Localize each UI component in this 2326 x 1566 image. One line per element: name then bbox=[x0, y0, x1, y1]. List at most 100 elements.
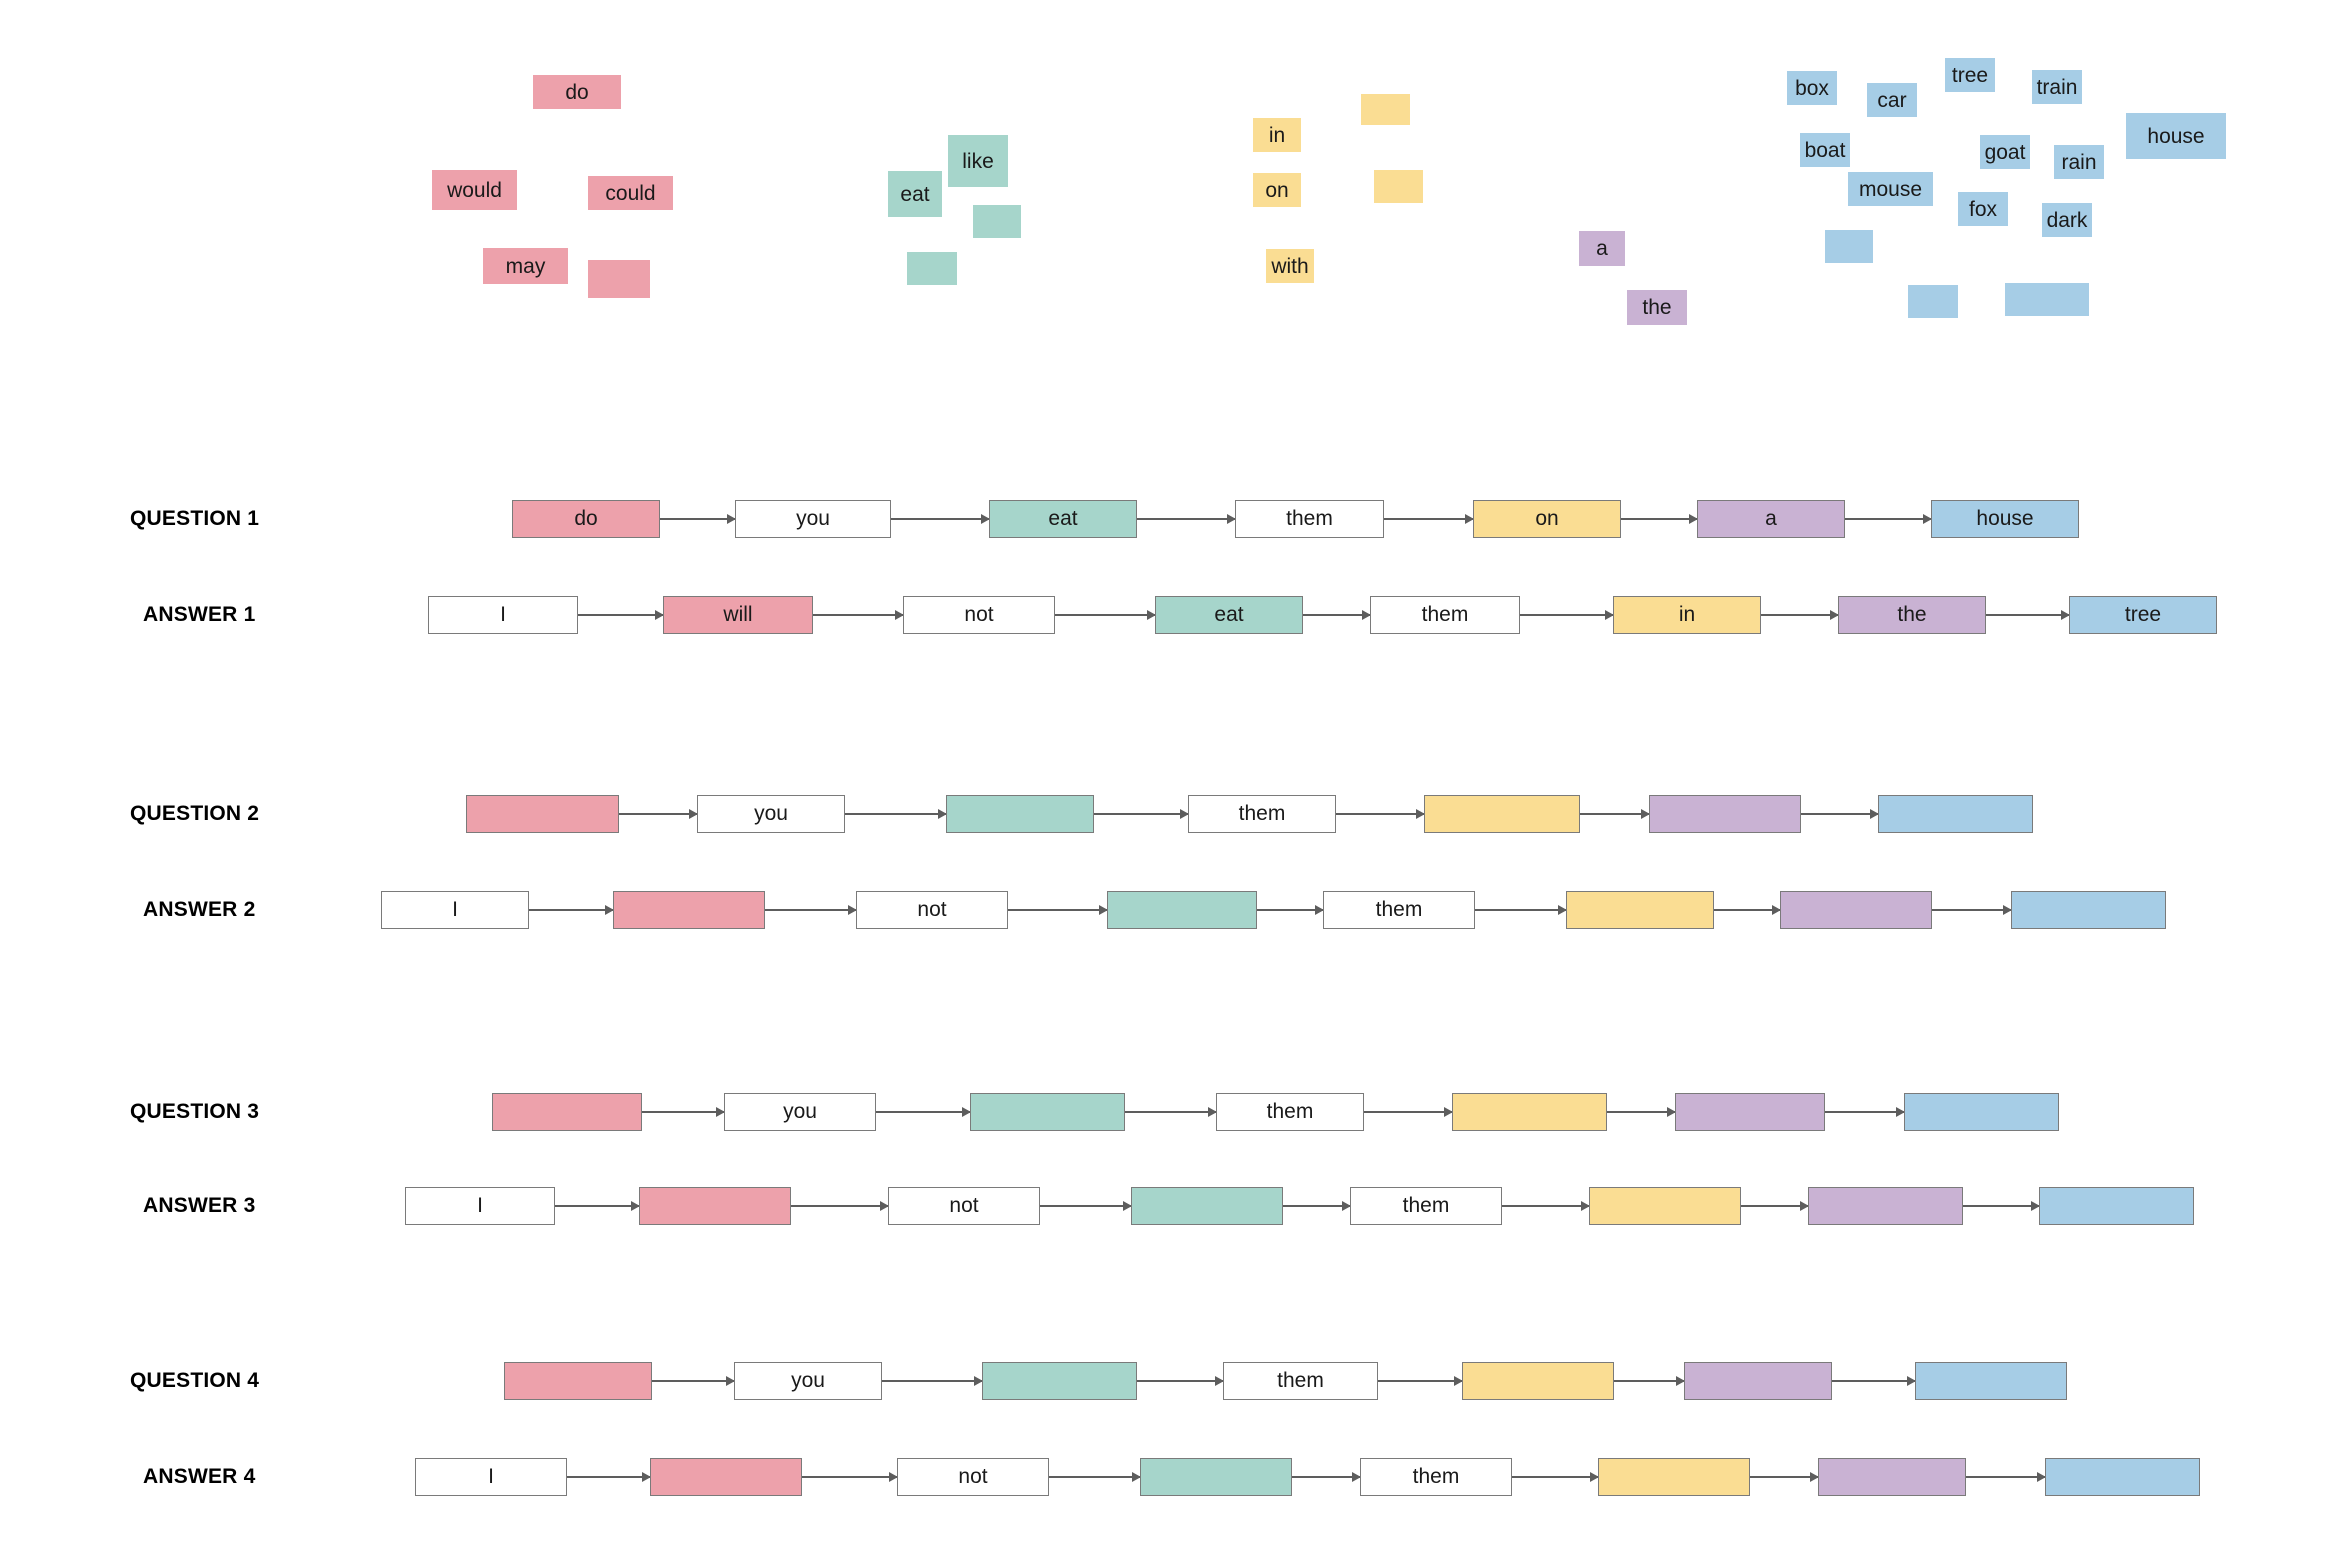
sequence-node-blank[interactable] bbox=[1131, 1187, 1283, 1225]
sequence-node-blank[interactable] bbox=[1780, 891, 1932, 929]
sequence-node-blank[interactable] bbox=[1675, 1093, 1825, 1131]
sequence-node-label: not bbox=[964, 603, 994, 626]
sequence-node-blank[interactable] bbox=[650, 1458, 802, 1496]
sequence-node-blank[interactable] bbox=[1904, 1093, 2059, 1131]
sequence-node-blank[interactable] bbox=[2045, 1458, 2200, 1496]
sequence-node-blank[interactable] bbox=[1649, 795, 1801, 833]
flow-arrow bbox=[1094, 813, 1188, 815]
sequence-node-label: I bbox=[477, 1194, 483, 1217]
sequence-node-blank[interactable] bbox=[1818, 1458, 1966, 1496]
sequence-node-tree[interactable]: tree bbox=[2069, 596, 2217, 634]
row-label: ANSWER 2 bbox=[143, 898, 256, 921]
sequence-node-blank[interactable] bbox=[1452, 1093, 1607, 1131]
sequence-node-blank[interactable] bbox=[492, 1093, 642, 1131]
flow-arrow bbox=[1049, 1476, 1140, 1478]
sequence-node-blank[interactable] bbox=[1878, 795, 2033, 833]
sequence-node-blank[interactable] bbox=[613, 891, 765, 929]
sequence-node-you[interactable]: you bbox=[735, 500, 891, 538]
flow-arrow bbox=[1580, 813, 1649, 815]
sequence-node-them[interactable]: them bbox=[1223, 1362, 1378, 1400]
sequence-node-blank[interactable] bbox=[1566, 891, 1714, 929]
flow-arrow bbox=[1512, 1476, 1598, 1478]
sequence-node-label: tree bbox=[2124, 603, 2162, 626]
sequence-node-on[interactable]: on bbox=[1473, 500, 1621, 538]
sequence-row: ANSWER 2 Inot them bbox=[0, 891, 2326, 929]
sequence-node-label: you bbox=[783, 1100, 817, 1123]
sequence-node-not[interactable]: not bbox=[897, 1458, 1049, 1496]
sequence-node-house[interactable]: house bbox=[1931, 500, 2079, 538]
flow-arrow bbox=[765, 909, 856, 911]
sequence-node-label: in bbox=[1678, 603, 1696, 626]
sequence-node-blank[interactable] bbox=[982, 1362, 1137, 1400]
flow-arrow bbox=[1825, 1111, 1904, 1113]
sequence-node-them[interactable]: them bbox=[1350, 1187, 1502, 1225]
sequence-node-you[interactable]: you bbox=[734, 1362, 882, 1400]
sequence-node-a[interactable]: a bbox=[1697, 500, 1845, 538]
sequence-node-in[interactable]: in bbox=[1613, 596, 1761, 634]
sequence-node-label: the bbox=[1897, 603, 1927, 626]
sequence-node-blank[interactable] bbox=[1140, 1458, 1292, 1496]
sequence-node-them[interactable]: them bbox=[1235, 500, 1384, 538]
flow-arrow bbox=[1384, 518, 1473, 520]
row-label: ANSWER 1 bbox=[143, 603, 256, 626]
sequence-node-I[interactable]: I bbox=[381, 891, 529, 929]
sequence-node-them[interactable]: them bbox=[1216, 1093, 1364, 1131]
sequence-node-label: do bbox=[574, 507, 598, 530]
flow-arrow bbox=[1832, 1380, 1915, 1382]
sequence-node-label: not bbox=[949, 1194, 979, 1217]
flow-arrow bbox=[578, 614, 663, 616]
sequence-node-the[interactable]: the bbox=[1838, 596, 1986, 634]
sequence-node-blank[interactable] bbox=[1424, 795, 1580, 833]
flow-arrow bbox=[1761, 614, 1838, 616]
sequence-node-label: I bbox=[500, 603, 506, 626]
flow-arrow bbox=[1986, 614, 2069, 616]
sequence-node-label: on bbox=[1535, 507, 1559, 530]
sequence-node-blank[interactable] bbox=[1598, 1458, 1750, 1496]
sequence-node-I[interactable]: I bbox=[405, 1187, 555, 1225]
sequence-node-not[interactable]: not bbox=[888, 1187, 1040, 1225]
sequence-node-blank[interactable] bbox=[1808, 1187, 1963, 1225]
sequence-node-label: you bbox=[754, 802, 788, 825]
sequence-node-blank[interactable] bbox=[639, 1187, 791, 1225]
row-label: QUESTION 4 bbox=[130, 1369, 260, 1392]
flow-arrow bbox=[891, 518, 989, 520]
sequence-node-not[interactable]: not bbox=[856, 891, 1008, 929]
flow-arrow bbox=[1125, 1111, 1216, 1113]
flow-arrow bbox=[642, 1111, 724, 1113]
flow-arrow bbox=[1741, 1205, 1808, 1207]
sequence-node-you[interactable]: you bbox=[724, 1093, 876, 1131]
sequence-node-them[interactable]: them bbox=[1360, 1458, 1512, 1496]
sequence-node-blank[interactable] bbox=[946, 795, 1094, 833]
flow-arrow bbox=[802, 1476, 897, 1478]
sequence-node-blank[interactable] bbox=[1915, 1362, 2067, 1400]
sequence-node-blank[interactable] bbox=[970, 1093, 1125, 1131]
sequence-node-do[interactable]: do bbox=[512, 500, 660, 538]
sequence-node-them[interactable]: them bbox=[1323, 891, 1475, 929]
sequence-node-blank[interactable] bbox=[2039, 1187, 2194, 1225]
sequence-node-eat[interactable]: eat bbox=[989, 500, 1137, 538]
sequence-node-blank[interactable] bbox=[466, 795, 619, 833]
flow-arrow bbox=[555, 1205, 639, 1207]
sequence-node-blank[interactable] bbox=[1589, 1187, 1741, 1225]
row-label: QUESTION 2 bbox=[130, 802, 260, 825]
sequence-node-blank[interactable] bbox=[1462, 1362, 1614, 1400]
sequence-node-I[interactable]: I bbox=[428, 596, 578, 634]
sequence-node-blank[interactable] bbox=[1684, 1362, 1832, 1400]
sequence-node-blank[interactable] bbox=[2011, 891, 2166, 929]
sequence-node-will[interactable]: will bbox=[663, 596, 813, 634]
sequence-node-them[interactable]: them bbox=[1370, 596, 1520, 634]
sequence-node-you[interactable]: you bbox=[697, 795, 845, 833]
sequence-row: ANSWER 4 Inot them bbox=[0, 1458, 2326, 1496]
sequence-node-them[interactable]: them bbox=[1188, 795, 1336, 833]
sequence-node-I[interactable]: I bbox=[415, 1458, 567, 1496]
flow-arrow bbox=[1008, 909, 1107, 911]
sequence-node-blank[interactable] bbox=[504, 1362, 652, 1400]
flow-arrow bbox=[1257, 909, 1323, 911]
sequence-node-blank[interactable] bbox=[1107, 891, 1257, 929]
flow-arrow bbox=[1966, 1476, 2045, 1478]
row-label: ANSWER 4 bbox=[143, 1465, 256, 1488]
sequence-row: ANSWER 3 Inot them bbox=[0, 1187, 2326, 1225]
sequence-node-not[interactable]: not bbox=[903, 596, 1055, 634]
sequence-node-eat[interactable]: eat bbox=[1155, 596, 1303, 634]
sequence-node-label: not bbox=[917, 898, 947, 921]
